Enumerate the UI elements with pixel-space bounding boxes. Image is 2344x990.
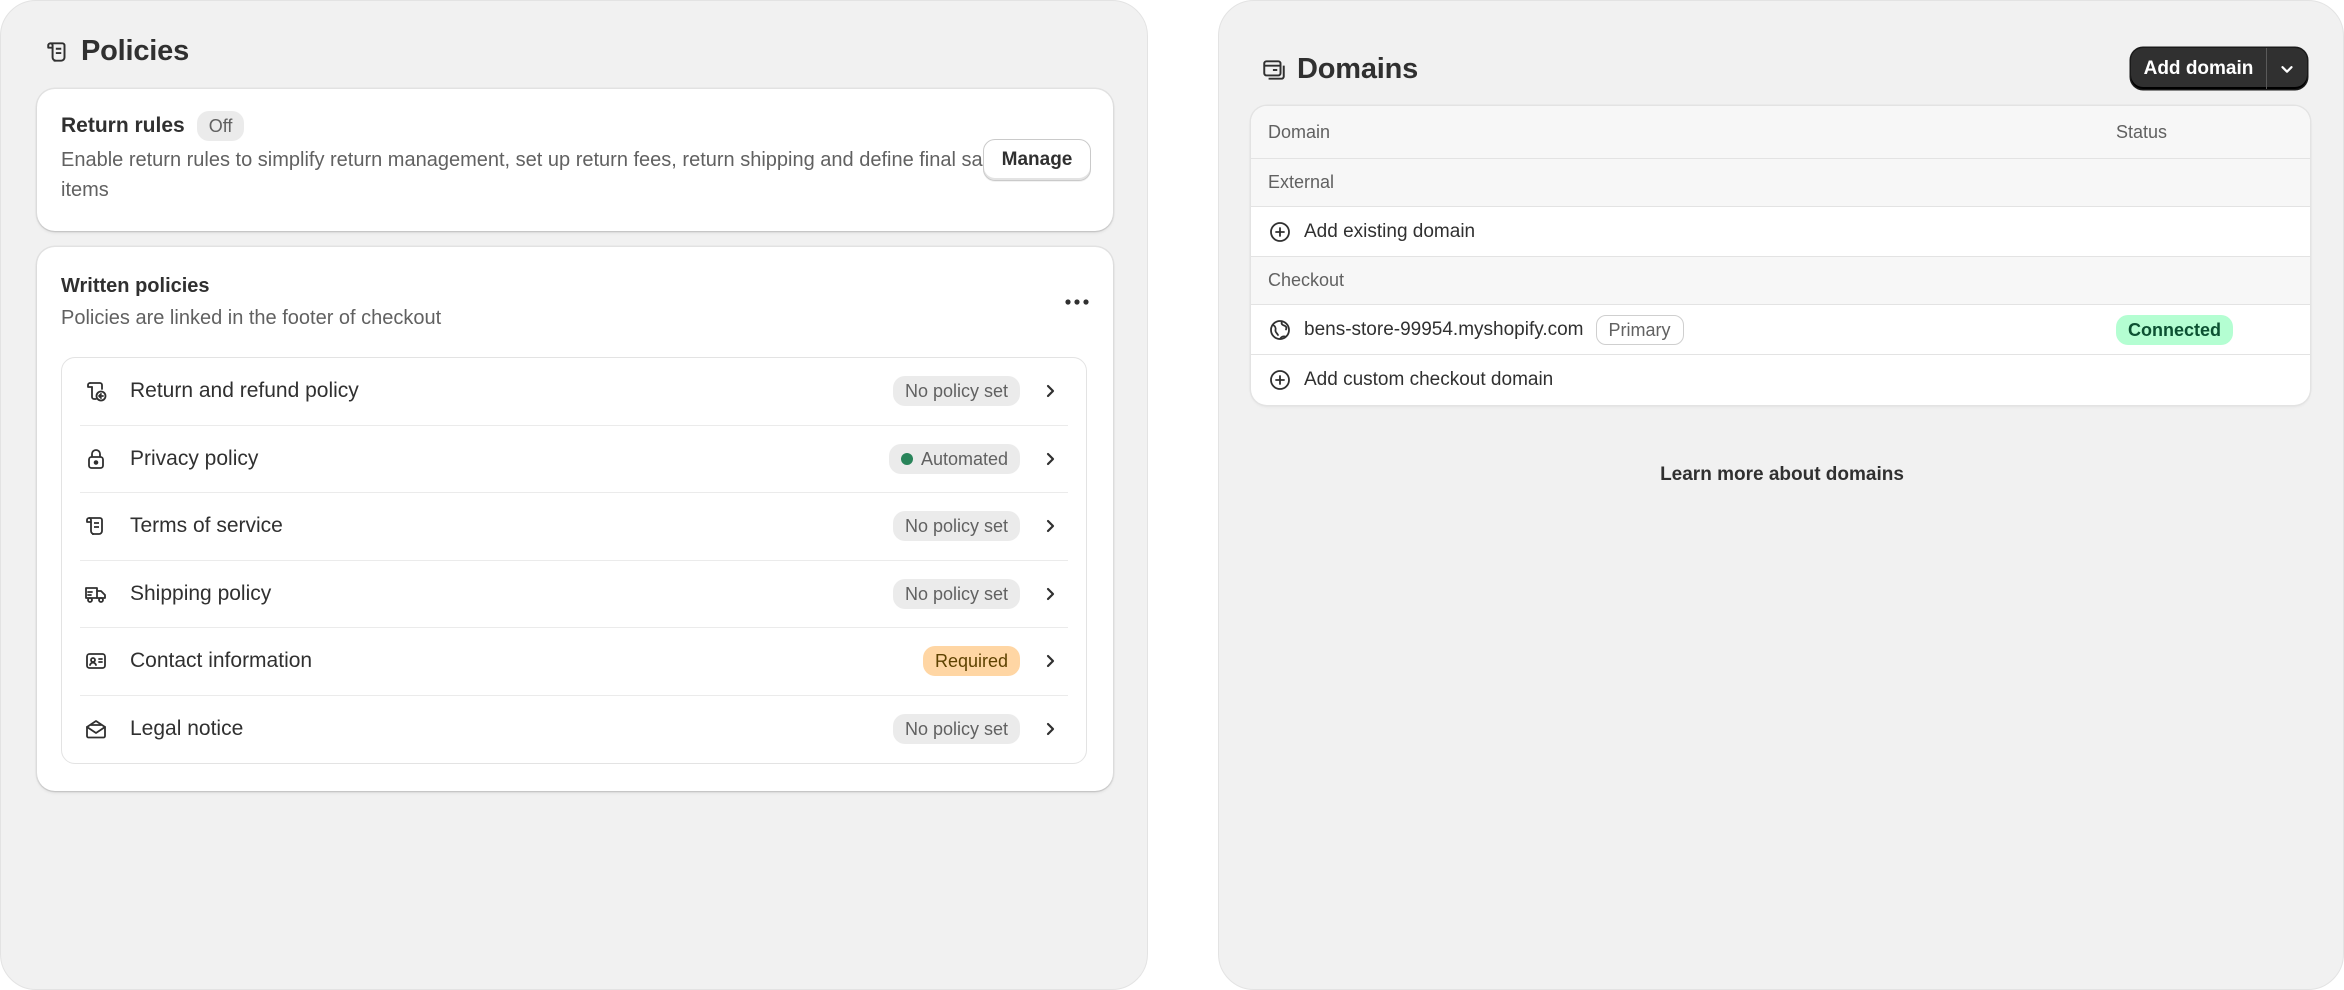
policy-status-badge: No policy set [892,578,1020,609]
policy-status-badge: No policy set [892,376,1020,407]
policy-status-badge: Required [922,646,1020,677]
domains-table: Domain Status External Add existing doma… [1251,106,2310,405]
globe-icon [1270,319,1290,340]
add-custom-domain-link[interactable]: Add custom checkout domain [1304,369,1553,391]
policy-row-terms[interactable]: Terms of service No policy set [80,493,1068,561]
policy-list: Return and refund policy No policy set P… [61,357,1087,764]
table-row[interactable]: bens-store-99954.myshopify.com Primary C… [1251,305,2310,355]
policy-label: Privacy policy [130,446,259,470]
truck-icon [84,581,110,607]
chevron-down-icon [2281,65,2293,73]
table-group-external: External [1251,159,2310,207]
domains-header: Domains [1261,53,1418,86]
return-rules-card: Return rules Off Enable return rules to … [37,89,1113,231]
policy-label: Terms of service [130,514,283,538]
chevron-right-icon [1046,385,1055,398]
return-rules-status-badge: Off [196,111,245,141]
more-actions-icon[interactable] [1059,287,1095,317]
domain-name[interactable]: bens-store-99954.myshopify.com [1304,319,1584,341]
policies-header: Policies [45,35,189,68]
written-policies-card: Written policies Policies are linked in … [37,247,1113,791]
chevron-right-icon [1046,520,1055,533]
add-existing-domain-link[interactable]: Add existing domain [1304,221,1475,243]
add-existing-domain-row[interactable]: Add existing domain [1251,207,2310,257]
automated-dot-icon [900,452,913,465]
policy-label: Return and refund policy [130,379,359,403]
policy-row-contact[interactable]: Contact information Required [80,628,1068,696]
add-domain-menu-button[interactable] [2267,48,2307,89]
domains-panel: Domains Add domain Domain Status Externa… [1218,0,2344,990]
envelope-icon [84,716,110,742]
policies-title: Policies [81,35,190,67]
return-rules-title: Return rules [61,114,185,137]
chevron-right-icon [1046,452,1055,465]
policy-row-legal[interactable]: Legal notice No policy set [80,696,1068,764]
policy-row-return-refund[interactable]: Return and refund policy No policy set [80,358,1068,426]
chevron-right-icon [1046,587,1055,600]
column-header-domain: Domain [1268,121,1331,142]
group-label: Checkout [1268,270,1345,290]
status-badge: Connected [2116,314,2234,345]
policy-label: Legal notice [130,717,244,741]
policy-status-badge: No policy set [892,714,1020,745]
table-group-checkout: Checkout [1251,257,2310,305]
written-policies-subtitle: Policies are linked in the footer of che… [61,307,442,329]
learn-more-domains-link[interactable]: Learn more about domains [1660,464,1904,485]
domains-icon [1263,59,1285,80]
plus-circle-icon [1270,221,1290,242]
group-label: External [1268,172,1335,192]
id-card-icon [84,648,110,674]
column-header-status: Status [2116,121,2168,142]
scroll-icon [84,513,110,539]
plus-circle-icon [1270,370,1290,390]
chevron-right-icon [1046,723,1055,736]
manage-button[interactable]: Manage [983,139,1091,181]
policy-row-shipping[interactable]: Shipping policy No policy set [80,561,1068,628]
return-rules-description: Enable return rules to simplify return m… [61,149,999,201]
lock-icon [84,446,110,472]
domains-title: Domains [1297,53,1419,85]
policy-label: Contact information [130,649,313,673]
policy-row-privacy[interactable]: Privacy policy Automated [80,426,1068,493]
add-custom-domain-row[interactable]: Add custom checkout domain [1251,355,2310,405]
policy-label: Shipping policy [130,581,272,605]
chevron-right-icon [1046,655,1055,668]
policy-status-badge: Automated [888,443,1020,474]
add-domain-split-button: Add domain [2131,48,2307,89]
policies-panel: Policies Return rules Off Enable return … [0,0,1148,990]
policies-scroll-icon [47,41,66,62]
primary-badge: Primary [1595,314,1684,345]
table-header-row: Domain Status [1251,106,2310,159]
return-policy-icon [84,378,110,404]
add-domain-button[interactable]: Add domain [2131,48,2267,89]
policy-status-badge: No policy set [892,511,1020,542]
policy-status-text: Automated [920,448,1008,469]
written-policies-title: Written policies [61,275,210,297]
